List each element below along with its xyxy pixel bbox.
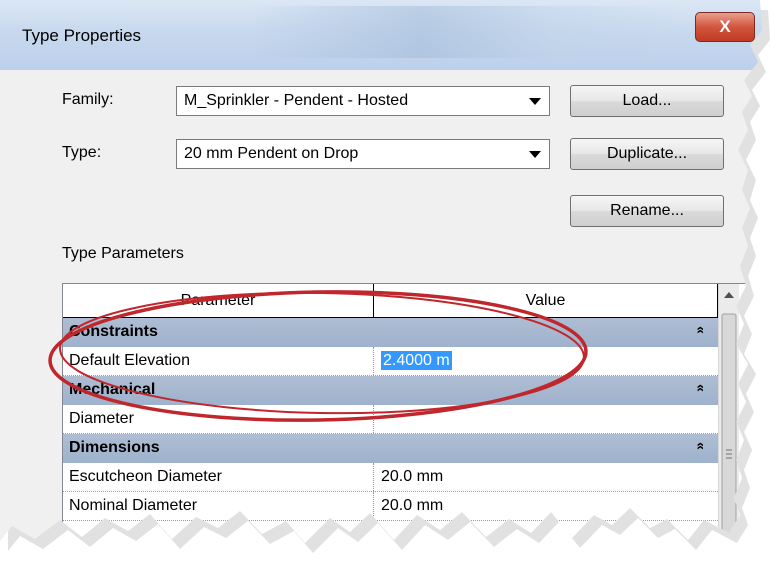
type-properties-dialog: Type Properties X Family: M_Sprinkler - …: [0, 0, 762, 543]
scrollbar-thumb: [721, 313, 737, 535]
table-row[interactable]: Escutcheon Diameter 20.0 mm: [63, 463, 718, 492]
collapse-icon[interactable]: »: [691, 326, 707, 334]
chevron-down-icon: [529, 151, 541, 158]
type-parameters-grid: Parameter Value Constraints » Default El…: [62, 283, 762, 543]
type-dropdown[interactable]: 20 mm Pendent on Drop: [176, 139, 550, 169]
rename-button[interactable]: Rename...: [570, 195, 724, 227]
column-divider: [373, 347, 374, 375]
type-label: Type:: [62, 144, 102, 161]
category-label: Dimensions: [69, 439, 160, 456]
family-dropdown[interactable]: M_Sprinkler - Pendent - Hosted: [176, 86, 550, 116]
category-mechanical[interactable]: Mechanical »: [63, 376, 718, 405]
value-column-header[interactable]: Value: [374, 284, 718, 318]
table-row[interactable]: Diameter: [63, 405, 718, 434]
duplicate-button[interactable]: Duplicate...: [570, 138, 724, 170]
collapse-icon[interactable]: »: [691, 384, 707, 392]
column-divider: [373, 405, 374, 433]
family-value: M_Sprinkler - Pendent - Hosted: [184, 92, 409, 109]
scroll-up-icon: [724, 292, 734, 298]
load-button[interactable]: Load...: [570, 85, 724, 117]
type-value: 20 mm Pendent on Drop: [184, 145, 359, 162]
category-constraints[interactable]: Constraints »: [63, 318, 718, 347]
parameter-value-field[interactable]: 20.0 mm: [381, 468, 443, 486]
screenshot-stage: Type Properties X Family: M_Sprinkler - …: [0, 0, 771, 565]
chevron-down-icon: [529, 98, 541, 105]
parameter-value-field[interactable]: 2.4000 m: [381, 351, 452, 370]
table-row[interactable]: Default Elevation 2.4000 m: [63, 347, 718, 376]
close-icon: X: [719, 17, 731, 36]
category-label: Mechanical: [69, 381, 156, 398]
dialog-title: Type Properties: [22, 26, 142, 45]
parameter-name: Default Elevation: [69, 352, 190, 369]
parameter-value-field[interactable]: 20.0 mm: [381, 497, 443, 515]
family-label: Family:: [62, 91, 114, 108]
title-bar[interactable]: Type Properties X: [0, 0, 762, 70]
collapse-icon[interactable]: »: [691, 442, 707, 450]
close-button[interactable]: X: [695, 12, 755, 42]
category-label: Constraints: [69, 323, 158, 340]
parameter-name: Nominal Diameter: [69, 497, 198, 514]
column-divider: [373, 492, 374, 520]
parameter-name: Escutcheon Diameter: [69, 468, 222, 485]
parameter-name: Diameter: [69, 410, 134, 427]
table-row[interactable]: Nominal Diameter 20.0 mm: [63, 492, 718, 521]
category-dimensions[interactable]: Dimensions »: [63, 434, 718, 463]
type-parameters-label: Type Parameters: [62, 245, 184, 262]
selected-value-text[interactable]: 2.4000 m: [381, 351, 452, 370]
column-divider: [373, 463, 374, 491]
parameter-column-header[interactable]: Parameter: [63, 284, 374, 318]
